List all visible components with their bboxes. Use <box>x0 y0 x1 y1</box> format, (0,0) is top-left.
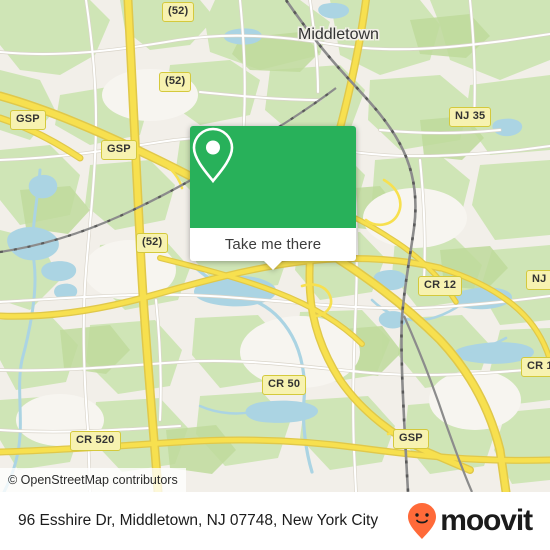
road-shield-cr520[interactable]: CR 520 <box>70 431 121 451</box>
road-shield-cr12-edge[interactable]: CR 12 <box>521 357 550 377</box>
moovit-map-page: Middletown (52) (52) GSP GSP NJ 35 (52) … <box>0 0 550 550</box>
road-shield-gsp-center[interactable]: GSP <box>101 140 137 160</box>
map-place-label-middletown: Middletown <box>298 26 379 43</box>
map-pin-icon <box>192 127 234 184</box>
moovit-pin-icon <box>408 503 437 539</box>
take-me-there-label: Take me there <box>224 236 322 253</box>
road-shield-52-north[interactable]: (52) <box>162 2 195 22</box>
road-shield-cr50[interactable]: CR 50 <box>262 375 307 395</box>
popup-action-bar[interactable]: Take me there <box>190 228 356 270</box>
road-shield-gsp-west[interactable]: GSP <box>10 110 46 130</box>
road-shield-52-upper[interactable]: (52) <box>159 72 192 92</box>
footer-bar: 96 Esshire Dr, Middletown, NJ 07748, New… <box>0 492 550 550</box>
road-shield-cr12-center[interactable]: CR 12 <box>418 276 463 296</box>
map-canvas[interactable]: Middletown (52) (52) GSP GSP NJ 35 (52) … <box>0 0 550 492</box>
moovit-logo[interactable]: moovit <box>407 502 533 540</box>
map-attribution[interactable]: © OpenStreetMap contributors <box>0 468 186 492</box>
road-shield-52-lower[interactable]: (52) <box>136 233 169 253</box>
popup-tail-pointer <box>263 260 283 270</box>
road-shield-nj35[interactable]: NJ 35 <box>449 107 492 127</box>
take-me-there-popup[interactable]: Take me there <box>190 126 356 270</box>
address-text: 96 Esshire Dr, Middletown, NJ 07748, New… <box>18 512 379 529</box>
road-shield-gsp-south[interactable]: GSP <box>393 429 429 449</box>
moovit-wordmark: moovit <box>440 504 533 537</box>
road-shield-nj3-edge[interactable]: NJ 3 <box>526 270 550 290</box>
popup-pin-panel <box>190 126 356 228</box>
